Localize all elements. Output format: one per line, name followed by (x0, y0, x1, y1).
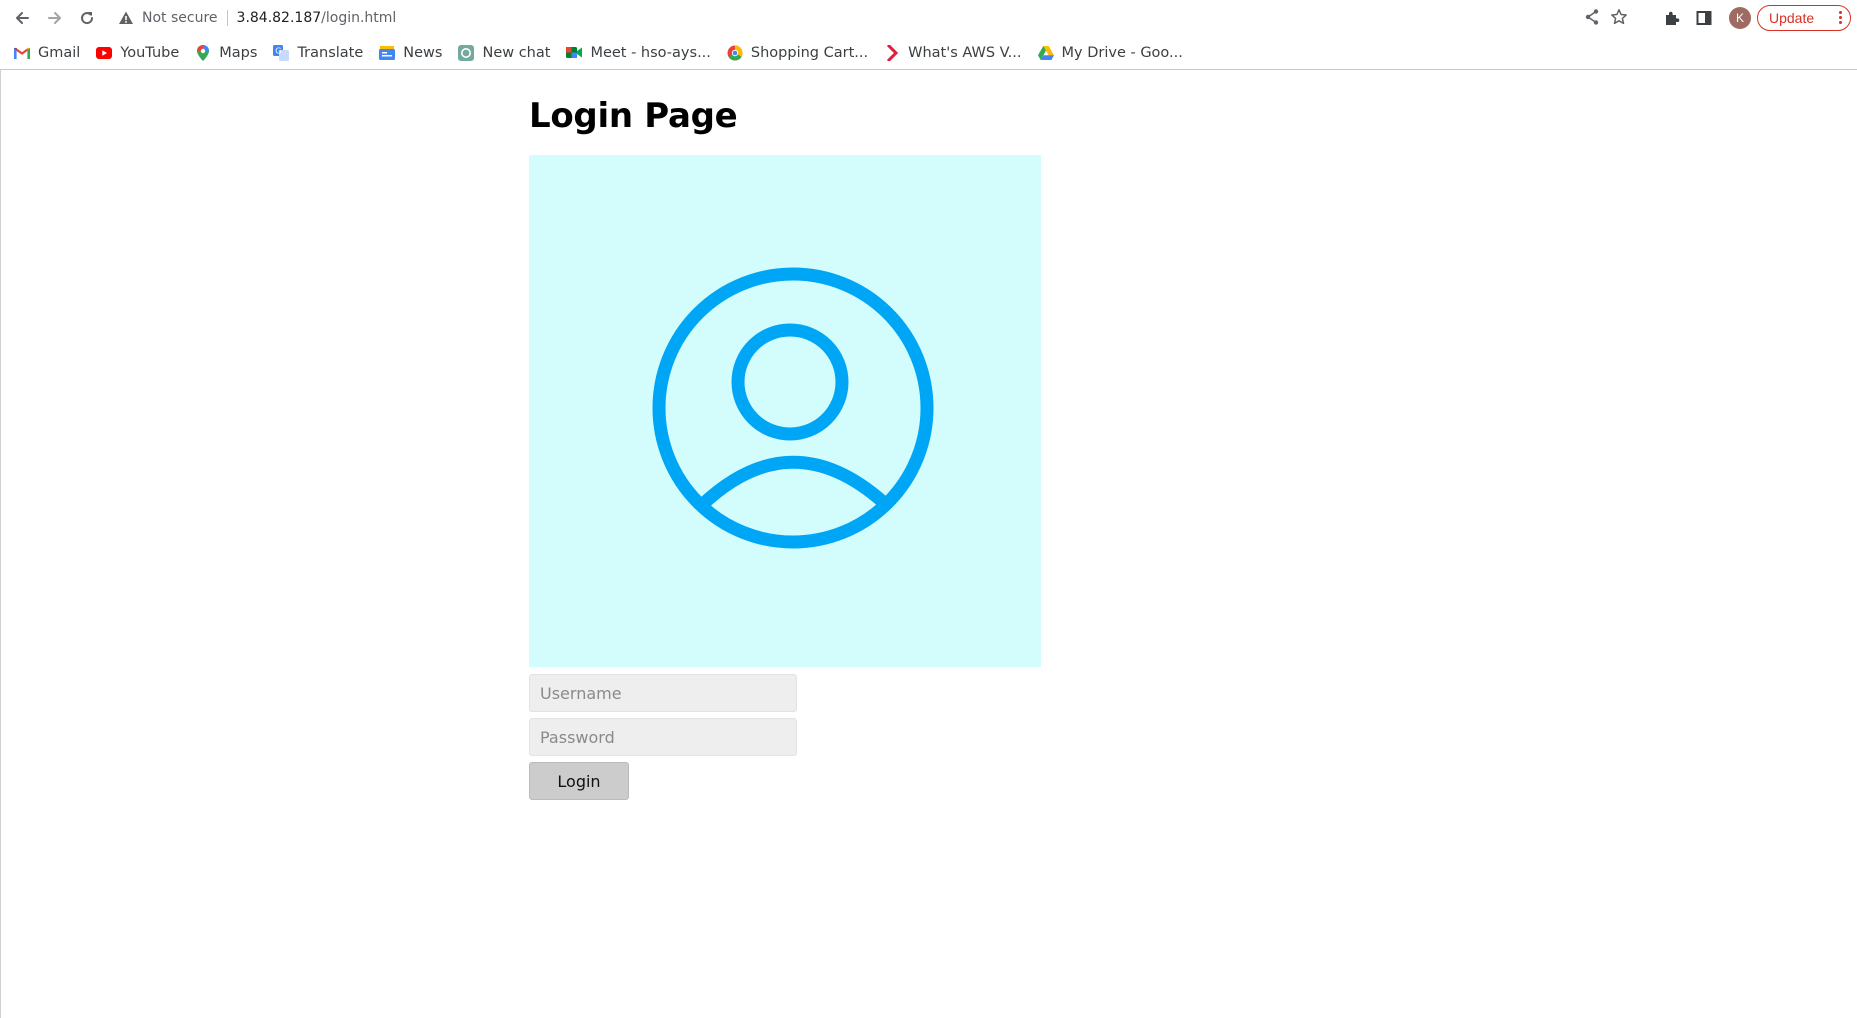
omnibox-divider (226, 10, 228, 26)
bookmark-label: New chat (482, 44, 551, 61)
drive-icon (1037, 45, 1054, 61)
meet-icon (566, 45, 583, 61)
reload-button[interactable] (74, 6, 100, 30)
puzzle-icon (1666, 11, 1680, 25)
bookmark-star-icon[interactable] (1610, 8, 1628, 30)
arrow-right-icon (48, 12, 61, 24)
aws-icon (884, 44, 900, 61)
address-bar[interactable]: Not secure 3.84.82.187/login.html (108, 4, 1652, 32)
user-avatar-image (529, 155, 1041, 667)
bookmark-youtube[interactable]: YouTube (88, 39, 187, 67)
omnibox-actions (1584, 8, 1628, 30)
reload-icon (81, 12, 94, 25)
user-circle-icon (652, 267, 934, 549)
bookmark-label: Gmail (38, 44, 81, 61)
bookmark-translate[interactable]: G Translate (265, 39, 371, 67)
viewport-edge (0, 70, 1, 1018)
maps-icon (195, 44, 211, 61)
youtube-icon (96, 45, 113, 61)
password-input[interactable] (529, 718, 797, 756)
profile-avatar[interactable]: K (1729, 7, 1751, 29)
side-panel-icon (1696, 11, 1712, 25)
bookmark-label: Maps (219, 44, 258, 61)
bookmark-gmail[interactable]: Gmail (6, 39, 88, 67)
security-label[interactable]: Not secure (142, 10, 218, 26)
translate-icon: G (273, 44, 290, 61)
url-text[interactable]: 3.84.82.187/login.html (237, 10, 397, 26)
warning-icon[interactable] (118, 10, 134, 26)
browser-toolbar: Not secure 3.84.82.187/login.html K Upda… (0, 0, 1857, 36)
gmail-icon (14, 45, 30, 61)
extensions-button[interactable] (1660, 5, 1684, 31)
update-label: Update (1769, 10, 1815, 26)
bookmark-label: YouTube (120, 44, 180, 61)
url-host: 3.84.82.187 (236, 10, 322, 26)
bookmark-news[interactable]: News (371, 39, 450, 67)
bookmark-label: What's AWS V... (908, 44, 1022, 61)
svg-text:G: G (276, 46, 282, 55)
shopping-cart-icon (727, 44, 743, 61)
login-button[interactable]: Login (529, 762, 629, 800)
username-input[interactable] (529, 674, 797, 712)
bookmark-shopping-cart[interactable]: Shopping Cart... (719, 39, 876, 67)
bookmark-new-chat[interactable]: New chat (450, 39, 558, 67)
forward-button[interactable] (42, 6, 68, 30)
bookmark-aws[interactable]: What's AWS V... (876, 39, 1029, 67)
arrow-left-icon (16, 12, 29, 24)
bookmarks-bar: Gmail YouTube Maps G Translate News New … (0, 36, 1857, 70)
bookmark-my-drive[interactable]: My Drive - Goo... (1030, 39, 1191, 67)
bookmark-label: Meet - hso-ays... (590, 44, 711, 61)
bookmark-label: My Drive - Goo... (1061, 44, 1183, 61)
share-icon[interactable] (1584, 8, 1600, 30)
update-button[interactable]: Update (1757, 5, 1851, 31)
side-panel-button[interactable] (1692, 5, 1716, 31)
page-title: Login Page (529, 96, 738, 136)
more-vertical-icon (1839, 11, 1842, 24)
bookmark-maps[interactable]: Maps (187, 39, 265, 67)
bookmark-meet[interactable]: Meet - hso-ays... (558, 39, 718, 67)
back-button[interactable] (9, 6, 35, 30)
bookmark-label: News (403, 44, 443, 61)
url-path: /login.html (321, 10, 397, 26)
bookmark-label: Translate (297, 44, 364, 61)
news-icon (379, 45, 396, 61)
bookmark-label: Shopping Cart... (750, 44, 869, 61)
chatgpt-icon (458, 44, 475, 61)
